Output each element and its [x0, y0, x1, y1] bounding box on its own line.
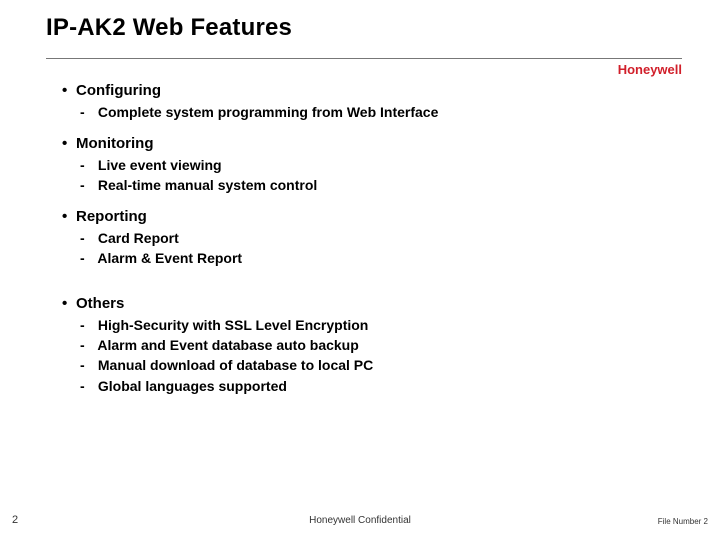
others-item: - Alarm and Event database auto backup [62, 336, 660, 354]
others-item: - Global languages supported [62, 377, 660, 395]
bullet-icon: • [62, 82, 76, 101]
dash-icon: - [80, 336, 94, 354]
monitoring-item: - Real-time manual system control [62, 176, 660, 194]
section-label: Configuring [76, 82, 161, 99]
others-item: - Manual download of database to local P… [62, 356, 660, 374]
item-text: Alarm & Event Report [97, 250, 242, 266]
reporting-item: - Alarm & Event Report [62, 249, 660, 267]
dash-icon: - [80, 316, 94, 334]
item-text: Real-time manual system control [98, 177, 317, 193]
title-underline [46, 58, 682, 59]
item-text: High-Security with SSL Level Encryption [98, 317, 368, 333]
configuring-item: - Complete system programming from Web I… [62, 103, 660, 121]
section-label: Others [76, 295, 124, 312]
item-text: Alarm and Event database auto backup [97, 337, 358, 353]
reporting-item: - Card Report [62, 229, 660, 247]
others-item: - High-Security with SSL Level Encryptio… [62, 316, 660, 334]
item-text: Manual download of database to local PC [98, 357, 373, 373]
section-configuring: •Configuring [62, 82, 660, 101]
bullet-icon: • [62, 295, 76, 314]
dash-icon: - [80, 103, 94, 121]
item-text: Live event viewing [98, 157, 222, 173]
section-label: Reporting [76, 208, 147, 225]
content-area: •Configuring - Complete system programmi… [62, 82, 660, 395]
file-number: File Number 2 [658, 517, 708, 526]
brand-logo-text: Honeywell [618, 62, 682, 77]
dash-icon: - [80, 377, 94, 395]
dash-icon: - [80, 176, 94, 194]
bullet-icon: • [62, 208, 76, 227]
dash-icon: - [80, 156, 94, 174]
title-area: IP-AK2 Web Features [46, 14, 680, 42]
item-text: Global languages supported [98, 378, 287, 394]
dash-icon: - [80, 249, 94, 267]
confidentiality-notice: Honeywell Confidential [0, 515, 720, 526]
section-monitoring: •Monitoring [62, 135, 660, 154]
item-text: Card Report [98, 230, 179, 246]
section-label: Monitoring [76, 135, 153, 152]
dash-icon: - [80, 356, 94, 374]
section-others: •Others [62, 295, 660, 314]
section-reporting: •Reporting [62, 208, 660, 227]
bullet-icon: • [62, 135, 76, 154]
monitoring-item: - Live event viewing [62, 156, 660, 174]
slide: IP-AK2 Web Features Honeywell •Configuri… [0, 0, 720, 540]
item-text: Complete system programming from Web Int… [98, 104, 438, 120]
dash-icon: - [80, 229, 94, 247]
slide-title: IP-AK2 Web Features [46, 14, 680, 42]
